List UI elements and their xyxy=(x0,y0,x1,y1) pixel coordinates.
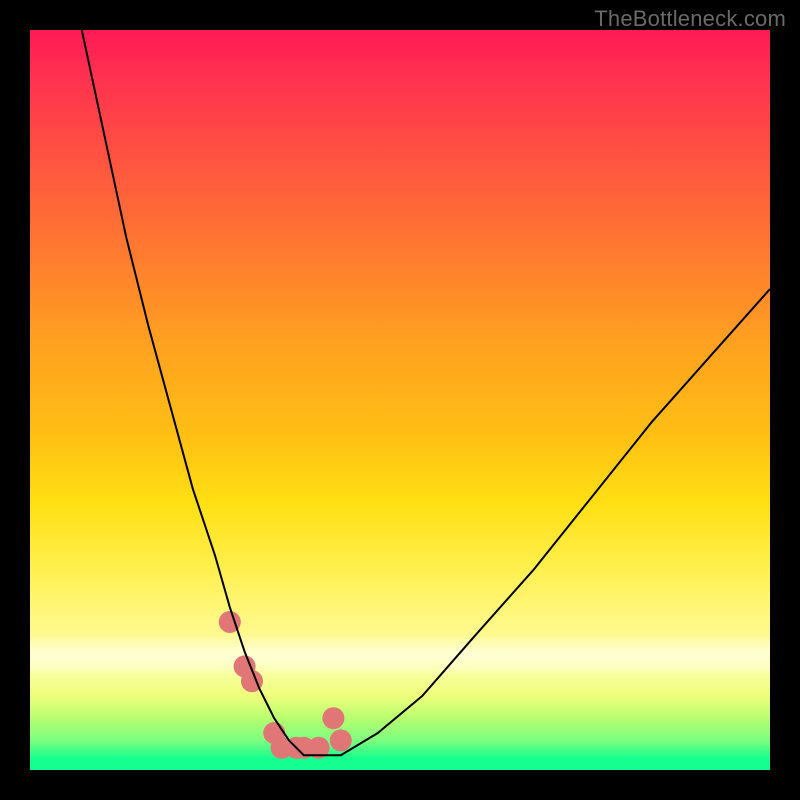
watermark-text: TheBottleneck.com xyxy=(594,6,786,32)
bottleneck-curve-path xyxy=(82,30,770,755)
highlight-dot xyxy=(322,707,344,729)
chart-frame: TheBottleneck.com xyxy=(0,0,800,800)
chart-svg xyxy=(30,30,770,770)
highlight-dot xyxy=(330,729,352,751)
plot-area xyxy=(30,30,770,770)
highlight-dot xyxy=(234,655,256,677)
